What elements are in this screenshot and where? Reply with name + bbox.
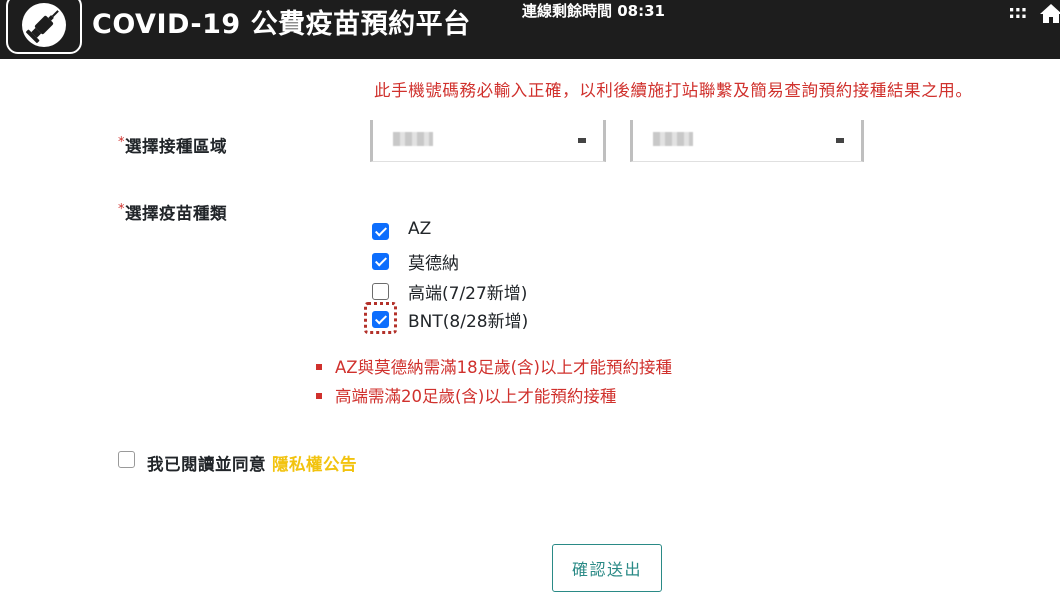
vaccine-checkbox-az[interactable]	[372, 223, 389, 240]
vaccine-option-moderna[interactable]: 莫德納	[408, 249, 459, 274]
app-title: COVID-19 公費疫苗預約平台	[92, 9, 471, 40]
district-select[interactable]	[630, 120, 864, 162]
session-timer: 連線剩餘時間 08:31	[522, 2, 665, 20]
age-rule-text: 高端需滿20足歲(含)以上才能預約接種	[335, 387, 617, 406]
city-select[interactable]	[370, 120, 606, 162]
syringe-icon[interactable]	[6, 0, 82, 54]
privacy-policy-link[interactable]: 隱私權公告	[272, 455, 357, 474]
home-icon[interactable]	[1038, 2, 1060, 28]
age-rule: AZ與莫德納需滿18足歲(含)以上才能預約接種	[316, 354, 672, 378]
agree-text: 我已閱讀並同意	[147, 455, 266, 474]
chevron-down-icon	[578, 138, 586, 143]
bullet-icon	[316, 364, 322, 370]
vaccine-checkbox-bnt[interactable]	[372, 311, 389, 328]
top-navbar: COVID-19 公費疫苗預約平台 連線剩餘時間 08:31 :::	[0, 0, 1060, 59]
vaccine-checkbox-medigen[interactable]	[372, 283, 389, 300]
phone-notice: 此手機號碼務必輸入正確，以利後續施打站聯繫及簡易查詢預約接種結果之用。	[374, 81, 973, 100]
agree-label: 我已閱讀並同意 隱私權公告	[147, 451, 357, 475]
region-label: *選擇接種區域	[118, 133, 227, 157]
vaccine-checkbox-moderna[interactable]	[372, 253, 389, 270]
submit-button[interactable]: 確認送出	[552, 544, 662, 592]
vaccine-option-bnt[interactable]: BNT(8/28新增)	[408, 307, 528, 332]
vaccine-label: *選擇疫苗種類	[118, 200, 227, 224]
district-select-value	[653, 132, 693, 146]
agree-checkbox[interactable]	[118, 451, 135, 468]
required-mark: *	[118, 202, 125, 217]
grid-dots-icon[interactable]: :::	[1008, 2, 1028, 23]
city-select-value	[393, 132, 433, 146]
required-mark: *	[118, 135, 125, 150]
bullet-icon	[316, 393, 322, 399]
chevron-down-icon	[836, 138, 844, 143]
vaccine-option-medigen[interactable]: 高端(7/27新增)	[408, 279, 527, 304]
vaccine-label-text: 選擇疫苗種類	[125, 204, 227, 223]
age-rule: 高端需滿20足歲(含)以上才能預約接種	[316, 383, 616, 407]
region-label-text: 選擇接種區域	[125, 137, 227, 156]
age-rule-text: AZ與莫德納需滿18足歲(含)以上才能預約接種	[335, 358, 672, 377]
vaccine-option-az[interactable]: AZ	[408, 219, 431, 239]
